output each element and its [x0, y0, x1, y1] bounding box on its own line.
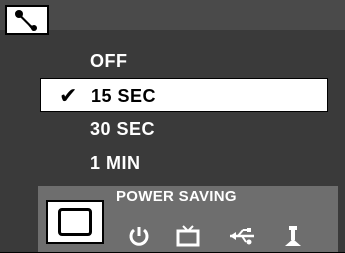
- camera-settings-screen: OFF ✔ 15 SEC 30 SEC 1 MIN POWER SAVING: [0, 0, 345, 252]
- power-icon[interactable]: [127, 224, 151, 248]
- footer-title: POWER SAVING: [116, 188, 237, 205]
- screen-icon: [58, 208, 92, 236]
- menu-item-label: OFF: [90, 51, 128, 71]
- checkmark-icon: ✔: [59, 83, 78, 108]
- power-saving-menu: OFF ✔ 15 SEC 30 SEC 1 MIN: [40, 44, 328, 180]
- menu-item-label: 1 MIN: [90, 153, 141, 173]
- usb-icon[interactable]: [228, 224, 254, 248]
- menu-item-label: 30 SEC: [90, 119, 156, 139]
- tripod-icon[interactable]: [282, 224, 306, 248]
- display-mode-box[interactable]: [46, 200, 104, 244]
- menu-item-off[interactable]: OFF: [40, 44, 328, 78]
- menu-item-15-sec[interactable]: ✔ 15 SEC: [40, 78, 328, 112]
- menu-item-label: 15 SEC: [91, 86, 157, 106]
- menu-item-30-sec[interactable]: 30 SEC: [40, 112, 328, 146]
- settings-tab[interactable]: [5, 5, 49, 35]
- tv-icon[interactable]: [175, 224, 200, 248]
- menu-item-1-min[interactable]: 1 MIN: [40, 146, 328, 180]
- top-bar: [0, 0, 345, 30]
- wrench-icon: [15, 10, 37, 31]
